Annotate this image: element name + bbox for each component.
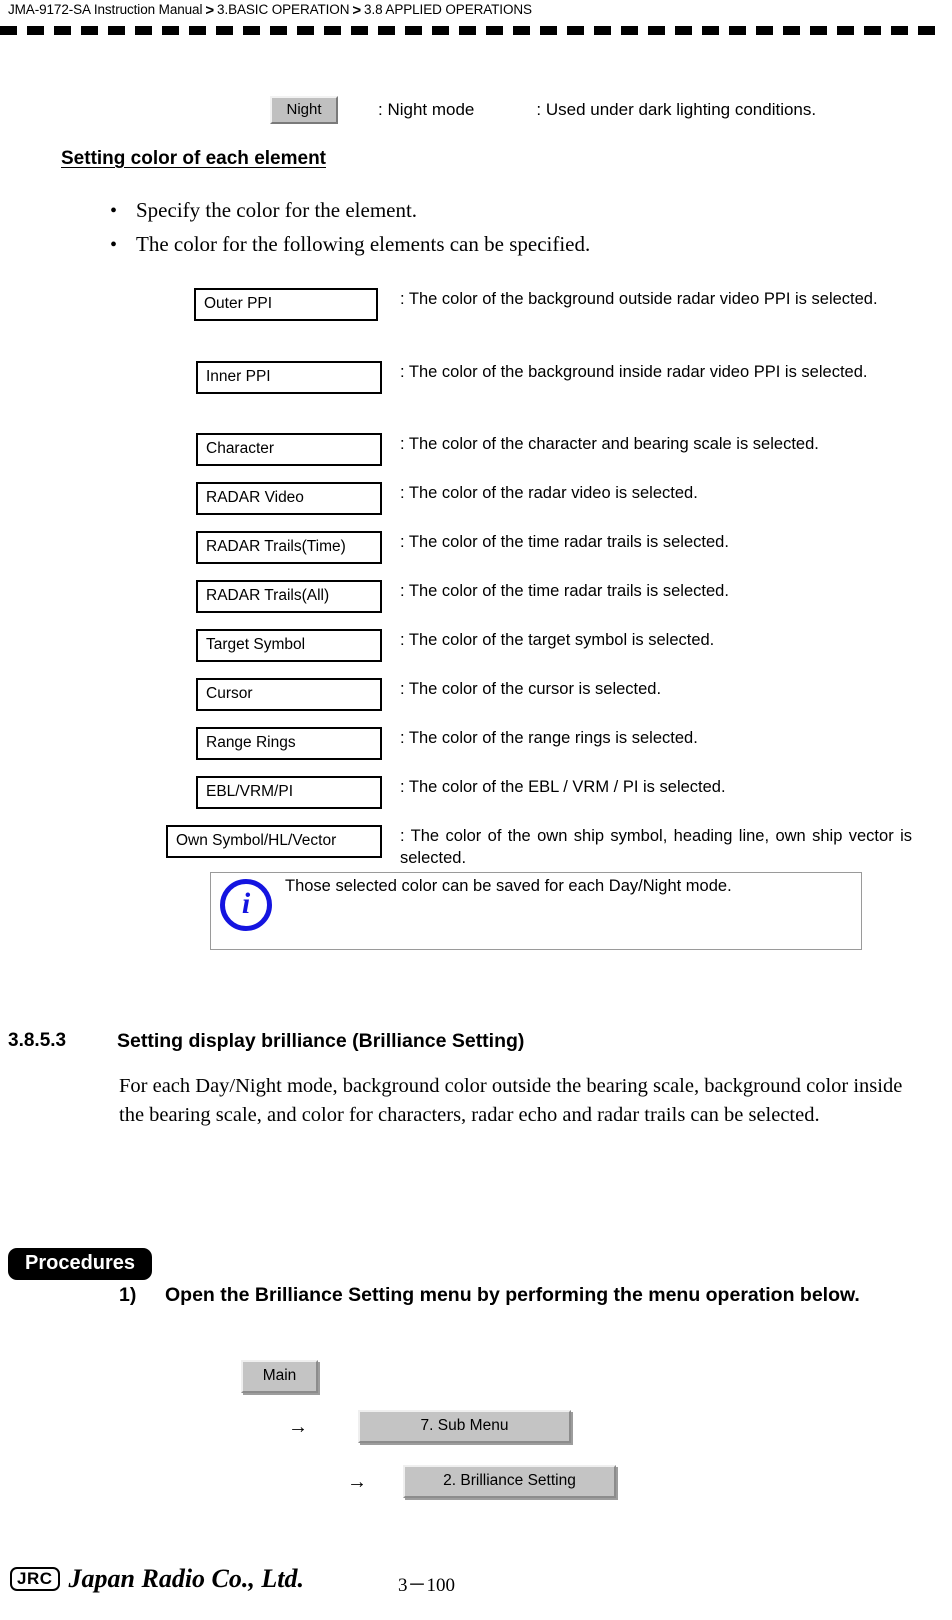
element-description: : The color of the background inside rad… [400,363,868,381]
bullet-icon: • [110,234,118,256]
list-item: RADAR Trails(All) : The color of the tim… [0,580,952,620]
list-item: RADAR Trails(Time) : The color of the ti… [0,531,952,571]
list-item: • Specify the color for the element. [110,198,590,223]
breadcrumb-separator-2: > [352,2,362,19]
info-note-text: Those selected color can be saved for ea… [285,877,732,895]
element-button-outer-ppi[interactable]: Outer PPI [194,288,378,321]
night-mode-description: : Used under dark lighting conditions. [536,100,817,119]
element-button-ebl-vrm-pi[interactable]: EBL/VRM/PI [196,776,382,809]
bullet-text: Specify the color for the element. [136,198,418,222]
list-item: Target Symbol : The color of the target … [0,629,952,669]
breadcrumb-chapter: 3.BASIC OPERATION [217,2,350,17]
bullet-text: The color for the following elements can… [136,232,591,256]
night-mode-label: : Night mode [378,100,475,119]
jrc-logo-mark: JRC [10,1567,60,1591]
info-icon-glyph: i [241,887,251,920]
element-button-character[interactable]: Character [196,433,382,466]
header-dashed-rule [0,26,944,35]
breadcrumb-separator-1: > [205,2,215,19]
list-item: Character : The color of the character a… [0,433,952,473]
element-description: : The color of the EBL / VRM / PI is sel… [400,778,726,796]
element-button-radar-trails-time[interactable]: RADAR Trails(Time) [196,531,382,564]
element-description: : The color of the target symbol is sele… [400,631,715,649]
night-mode-legend: Night : Night mode : Used under dark lig… [270,96,816,124]
element-description: : The color of the radar video is select… [400,484,698,502]
footer-logo: JRC Japan Radio Co., Ltd. [10,1566,304,1592]
info-icon: i [220,879,272,931]
list-item: RADAR Video : The color of the radar vid… [0,482,952,522]
element-description: : The color of the range rings is select… [400,729,698,747]
element-description: : The color of the time radar trails is … [400,582,729,600]
menu-arrow-1: → [288,1416,308,1438]
color-element-list: Outer PPI : The color of the background … [0,288,952,894]
night-button[interactable]: Night [270,96,338,124]
menu-arrow-2: → [347,1471,367,1493]
section-number: 3.8.5.3 [8,1030,67,1051]
element-button-inner-ppi[interactable]: Inner PPI [196,361,382,394]
element-button-radar-video[interactable]: RADAR Video [196,482,382,515]
list-item: EBL/VRM/PI : The color of the EBL / VRM … [0,776,952,816]
element-description: : The color of the background outside ra… [400,290,878,308]
element-description: : The color of the time radar trails is … [400,533,729,551]
procedures-badge: Procedures [8,1248,153,1280]
bullet-icon: • [110,200,118,222]
list-item: Cursor : The color of the cursor is sele… [0,678,952,718]
element-button-own-symbol-hl-vector[interactable]: Own Symbol/HL/Vector [166,825,382,858]
menu-button-sub-menu[interactable]: 7. Sub Menu [358,1410,571,1443]
page-number: 3－100 [398,1575,456,1596]
element-button-radar-trails-all[interactable]: RADAR Trails(All) [196,580,382,613]
section-title: Setting display brilliance (Brilliance S… [117,1030,525,1052]
company-name: Japan Radio Co., Ltd. [68,1564,304,1593]
procedure-step-text: Open the Brilliance Setting menu by perf… [165,1284,860,1306]
section-body: For each Day/Night mode, background colo… [119,1075,903,1127]
element-description: : The color of the own ship symbol, head… [400,827,912,868]
element-description: : The color of the character and bearing… [400,435,819,453]
list-item: Inner PPI : The color of the background … [0,361,952,424]
breadcrumb: JMA-9172-SA Instruction Manual >3.BASIC O… [8,1,532,19]
procedure-step-index: 1) [119,1284,137,1306]
bullet-list: • Specify the color for the element. • T… [110,198,590,266]
sub-heading: Setting color of each element [61,148,326,169]
list-item: Outer PPI : The color of the background … [0,288,952,352]
list-item: Range Rings : The color of the range rin… [0,727,952,767]
menu-button-main[interactable]: Main [241,1360,318,1393]
element-button-range-rings[interactable]: Range Rings [196,727,382,760]
info-note-box: i Those selected color can be saved for … [210,872,862,950]
element-button-target-symbol[interactable]: Target Symbol [196,629,382,662]
element-button-cursor[interactable]: Cursor [196,678,382,711]
breadcrumb-manual: JMA-9172-SA Instruction Manual [8,2,203,17]
breadcrumb-section: 3.8 APPLIED OPERATIONS [364,2,532,17]
element-description: : The color of the cursor is selected. [400,680,662,698]
list-item: • The color for the following elements c… [110,232,590,257]
menu-button-brilliance-setting[interactable]: 2. Brilliance Setting [403,1465,616,1498]
procedure-step: 1) Open the Brilliance Setting menu by p… [119,1283,879,1309]
